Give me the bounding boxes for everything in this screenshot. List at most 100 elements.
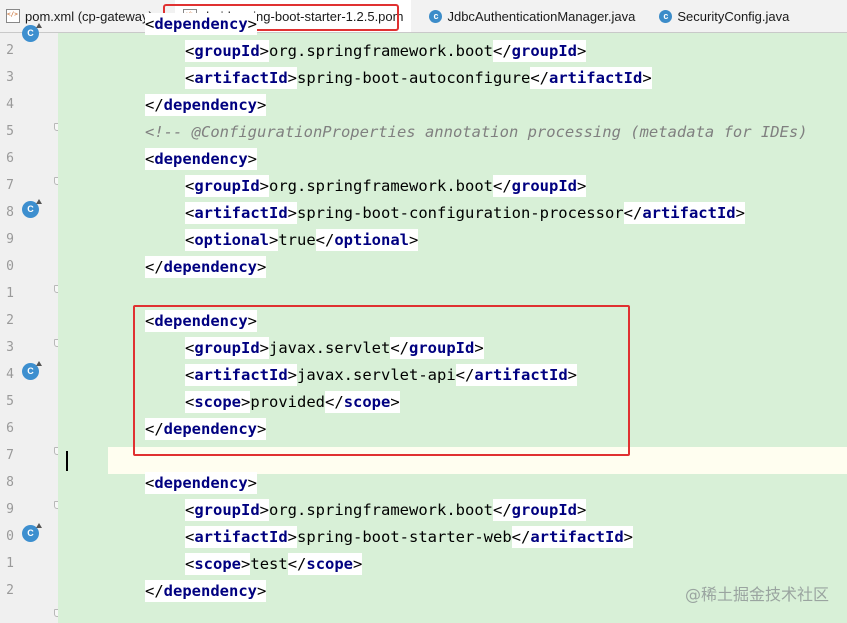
text-caret [66,451,68,471]
line-number: 3 [6,340,14,355]
line-number: 0 [6,259,14,274]
line-number: 2 [6,313,14,328]
code-line: <dependency> [145,470,258,497]
xml-value: org.springframework.boot [269,501,493,519]
code-line: <artifactId>spring-boot-autoconfigure</a… [185,65,652,92]
code-line: <groupId>org.springframework.boot</group… [185,497,587,524]
xml-tag: </artifactId> [530,67,652,89]
tab-label: SecurityConfig.java [677,8,790,24]
xml-value: spring-boot-starter-web [297,528,512,546]
line-number: 7 [6,178,14,193]
xml-file-icon [6,9,20,23]
xml-tag: </dependency> [145,256,267,278]
code-line: <!-- @ConfigurationProperties annotation… [145,119,808,146]
code-editor[interactable]: <dependency> <groupId>org.springframework… [58,13,847,623]
code-line: <optional>true</optional> [185,227,419,254]
code-line: <artifactId>javax.servlet-api</artifactI… [185,362,577,389]
line-number: 2 [6,583,14,598]
xml-tag: </artifactId> [511,526,633,548]
line-number: 2 [6,43,14,58]
xml-tag: <groupId> [185,40,270,62]
code-line: <dependency> [145,308,258,335]
code-line: <artifactId>spring-boot-configuration-pr… [185,200,745,227]
xml-tag: </scope> [325,391,400,413]
line-number-gutter: 234567890123456789012CCCC [0,23,61,623]
xml-tag: </artifactId> [623,202,745,224]
line-number: 9 [6,232,14,247]
code-line: <groupId>org.springframework.boot</group… [185,173,587,200]
xml-tag: </dependency> [145,580,267,602]
xml-value: spring-boot-configuration-processor [297,204,624,222]
xml-value: javax.servlet-api [297,366,456,384]
xml-tag: <groupId> [185,175,270,197]
xml-tag: </groupId> [492,175,587,197]
xml-value: provided [250,393,326,411]
xml-value: org.springframework.boot [269,42,493,60]
xml-tag: </dependency> [145,94,267,116]
xml-value: javax.servlet [269,339,391,357]
line-number: 1 [6,286,14,301]
override-marker-icon[interactable]: C [22,199,42,218]
code-line: <scope>test</scope> [185,551,363,578]
editor-tab-bar: pom.xml (cp-gateway) druid-spring-boot-s… [0,0,847,33]
code-line: <groupId>org.springframework.boot</group… [185,38,587,65]
line-number: 6 [6,421,14,436]
code-line: <groupId>javax.servlet</groupId> [185,335,484,362]
tab-label: JdbcAuthenticationManager.java [447,8,636,24]
xml-tag: <artifactId> [185,364,298,386]
line-number: 5 [6,394,14,409]
code-line: </dependency> [145,92,267,119]
override-marker-icon[interactable]: C [22,23,42,42]
xml-tag: </artifactId> [455,364,577,386]
line-number: 5 [6,124,14,139]
tab-label: pom.xml (cp-gateway) [25,8,153,24]
xml-tag: <artifactId> [185,202,298,224]
xml-tag: </scope> [287,553,363,575]
xml-tag: </groupId> [492,40,587,62]
code-line: </dependency> [145,578,267,605]
code-line: <dependency> [145,146,258,173]
java-class-icon: c [429,9,443,23]
code-line: <scope>provided</scope> [185,389,400,416]
watermark: @稀土掘金技术社区 [684,585,829,604]
line-number: 7 [6,448,14,463]
line-number: 6 [6,151,14,166]
xml-tag: <artifactId> [185,526,298,548]
xml-tag: <scope> [185,391,251,413]
line-number: 0 [6,529,14,544]
tab-security-config[interactable]: c SecurityConfig.java [651,0,797,32]
line-number: 8 [6,205,14,220]
line-number: 4 [6,367,14,382]
line-number: 1 [6,556,14,571]
xml-tag: </groupId> [492,499,587,521]
xml-comment: <!-- @ConfigurationProperties annotation… [145,123,808,141]
code-line: </dependency> [145,254,267,281]
xml-tag: <optional> [185,229,279,251]
xml-tag: </dependency> [145,418,267,440]
line-number: 8 [6,475,14,490]
xml-tag: <dependency> [145,148,258,170]
xml-tag: <dependency> [145,13,258,35]
line-number: 4 [6,97,14,112]
xml-tag: <scope> [185,553,251,575]
xml-value: org.springframework.boot [269,177,493,195]
tab-jdbc-authentication-manager[interactable]: c JdbcAuthenticationManager.java [421,0,643,32]
code-line: </dependency> [145,416,267,443]
xml-tag: <dependency> [145,472,258,494]
xml-value: test [250,555,288,573]
xml-tag: <artifactId> [185,67,298,89]
xml-value: spring-boot-autoconfigure [297,69,531,87]
line-number: 3 [6,70,14,85]
code-line: <dependency> [145,11,258,38]
xml-tag: </groupId> [390,337,484,359]
java-class-icon: c [659,9,673,23]
override-marker-icon[interactable]: C [22,523,42,542]
xml-tag: <groupId> [185,499,270,521]
override-marker-icon[interactable]: C [22,361,42,380]
line-number: 9 [6,502,14,517]
code-line: <artifactId>spring-boot-starter-web</art… [185,524,633,551]
xml-value: true [278,231,316,249]
xml-tag: </optional> [315,229,419,251]
xml-tag: <groupId> [185,337,270,359]
xml-tag: <dependency> [145,310,258,332]
